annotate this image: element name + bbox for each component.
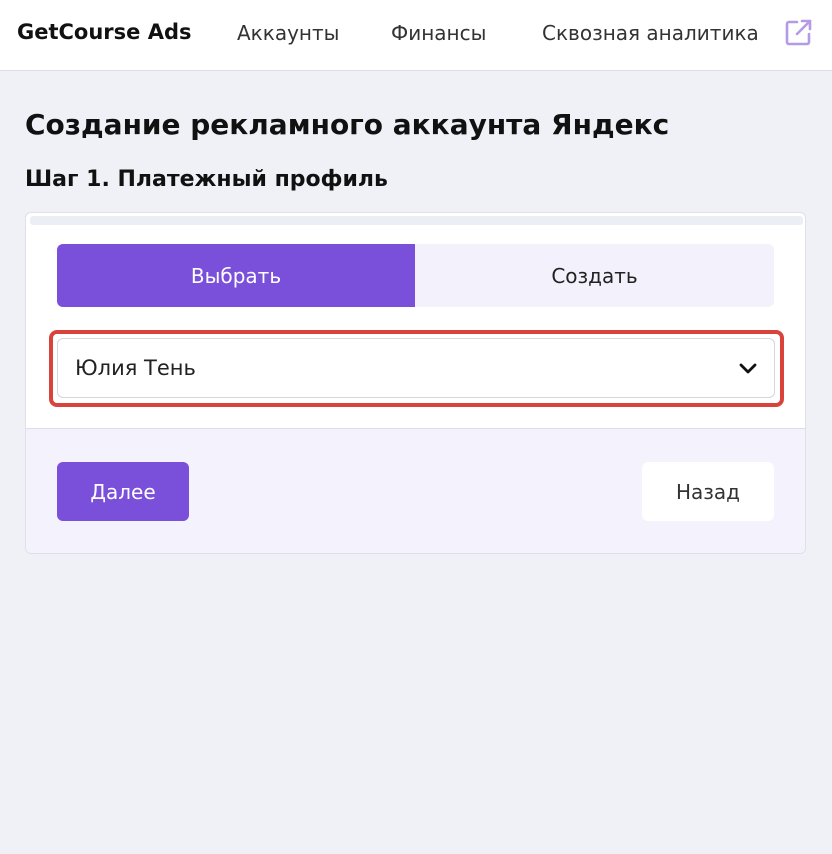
- tab-select[interactable]: Выбрать: [57, 244, 415, 307]
- top-navbar: GetCourse Ads Аккаунты Финансы Сквозная …: [0, 0, 832, 71]
- payment-profile-card: Выбрать Создать Юлия Тень Далее Назад: [25, 212, 806, 554]
- step-title: Шаг 1. Платежный профиль: [25, 167, 388, 192]
- nav-accounts[interactable]: Аккаунты: [237, 21, 339, 45]
- next-button[interactable]: Далее: [57, 462, 189, 521]
- tab-create[interactable]: Создать: [415, 244, 774, 307]
- nav-analytics[interactable]: Сквозная аналитика: [542, 21, 759, 45]
- nav-finance[interactable]: Финансы: [391, 21, 486, 45]
- card-top-strip: [30, 216, 803, 225]
- page-title: Создание рекламного аккаунта Яндекс: [25, 108, 670, 141]
- brand-logo[interactable]: GetCourse Ads: [17, 20, 192, 44]
- card-footer: Далее Назад: [26, 428, 805, 553]
- payment-profile-select[interactable]: Юлия Тень: [57, 338, 775, 398]
- external-link-icon[interactable]: [784, 18, 813, 47]
- chevron-down-icon: [739, 363, 757, 374]
- back-button[interactable]: Назад: [642, 462, 774, 521]
- selected-profile-value: Юлия Тень: [75, 356, 196, 380]
